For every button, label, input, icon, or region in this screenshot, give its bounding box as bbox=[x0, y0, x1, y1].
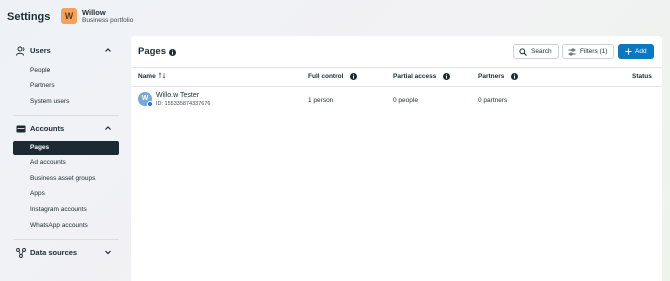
column-header-partial-access: Partial access bbox=[393, 73, 437, 80]
column-header-label: Name bbox=[138, 73, 156, 80]
sidebar-item-partners[interactable]: Partners bbox=[30, 80, 55, 92]
info-icon[interactable] bbox=[350, 73, 357, 80]
top-bar: Settings W Willow Business portfolio bbox=[0, 0, 670, 36]
sort-icon[interactable] bbox=[158, 72, 166, 79]
business-avatar[interactable]: W bbox=[61, 8, 77, 24]
business-subtitle: Business portfolio bbox=[82, 17, 134, 24]
data-sources-section-label: Data sources bbox=[30, 248, 78, 257]
filters-button-label: Filters (1) bbox=[580, 48, 608, 55]
full-control-value: 1 person bbox=[308, 97, 334, 104]
sidebar-item-ad-accounts[interactable]: Ad accounts bbox=[30, 157, 66, 169]
business-name[interactable]: Willow bbox=[82, 8, 106, 17]
facebook-icon bbox=[147, 101, 153, 107]
search-icon bbox=[519, 48, 527, 56]
page-id: ID: 155335874337676 bbox=[156, 101, 211, 107]
data-sources-icon bbox=[16, 248, 26, 258]
partial-access-value: 0 people bbox=[393, 97, 418, 104]
column-header-full-control: Full control bbox=[308, 73, 344, 80]
table-row[interactable]: W Willo.w Tester ID: 155335874337676 1 p… bbox=[131, 87, 662, 112]
users-icon bbox=[16, 46, 25, 56]
accounts-icon bbox=[16, 125, 26, 133]
add-button[interactable]: Add bbox=[618, 44, 654, 59]
pages-panel: Pages Search Filters (1) Add Name Full c… bbox=[131, 36, 662, 281]
column-header-name[interactable]: Name bbox=[138, 72, 166, 82]
data-sources-section-header[interactable]: Data sources bbox=[16, 246, 116, 260]
filters-button[interactable]: Filters (1) bbox=[562, 44, 614, 59]
page-title: Settings bbox=[7, 11, 51, 23]
sidebar-item-system-users[interactable]: System users bbox=[30, 96, 69, 108]
column-header-partners: Partners bbox=[478, 73, 505, 80]
sidebar-item-people[interactable]: People bbox=[30, 65, 50, 77]
plus-icon bbox=[625, 48, 632, 55]
sidebar-divider bbox=[13, 115, 119, 116]
page-name[interactable]: Willo.w Tester bbox=[156, 92, 199, 99]
sidebar-item-instagram-accounts[interactable]: Instagram accounts bbox=[30, 204, 87, 216]
add-button-label: Add bbox=[635, 48, 647, 55]
sidebar-item-business-asset-groups[interactable]: Business asset groups bbox=[30, 173, 95, 185]
users-section-header[interactable]: Users bbox=[16, 44, 116, 58]
panel-title: Pages bbox=[138, 46, 166, 57]
sidebar-item-pages[interactable]: Pages bbox=[13, 141, 119, 155]
info-icon[interactable] bbox=[443, 73, 450, 80]
chevron-up-icon[interactable] bbox=[104, 124, 112, 132]
search-button-label: Search bbox=[531, 48, 552, 55]
sidebar-item-label: Pages bbox=[30, 144, 50, 151]
partners-value: 0 partners bbox=[478, 97, 508, 104]
users-section-label: Users bbox=[30, 46, 51, 55]
sidebar-item-apps[interactable]: Apps bbox=[30, 188, 45, 200]
sidebar: Users People Partners System users Accou… bbox=[0, 36, 130, 281]
chevron-up-icon[interactable] bbox=[104, 46, 112, 54]
accounts-section-label: Accounts bbox=[30, 124, 65, 133]
filter-icon bbox=[568, 48, 576, 56]
header-divider bbox=[131, 67, 662, 68]
info-icon[interactable] bbox=[169, 49, 176, 56]
column-header-status: Status bbox=[632, 73, 652, 80]
sidebar-divider bbox=[13, 239, 119, 240]
sidebar-item-whatsapp-accounts[interactable]: WhatsApp accounts bbox=[30, 220, 88, 232]
accounts-section-header[interactable]: Accounts bbox=[16, 122, 116, 136]
chevron-down-icon[interactable] bbox=[104, 248, 112, 256]
info-icon[interactable] bbox=[511, 73, 518, 80]
search-button[interactable]: Search bbox=[513, 44, 559, 59]
